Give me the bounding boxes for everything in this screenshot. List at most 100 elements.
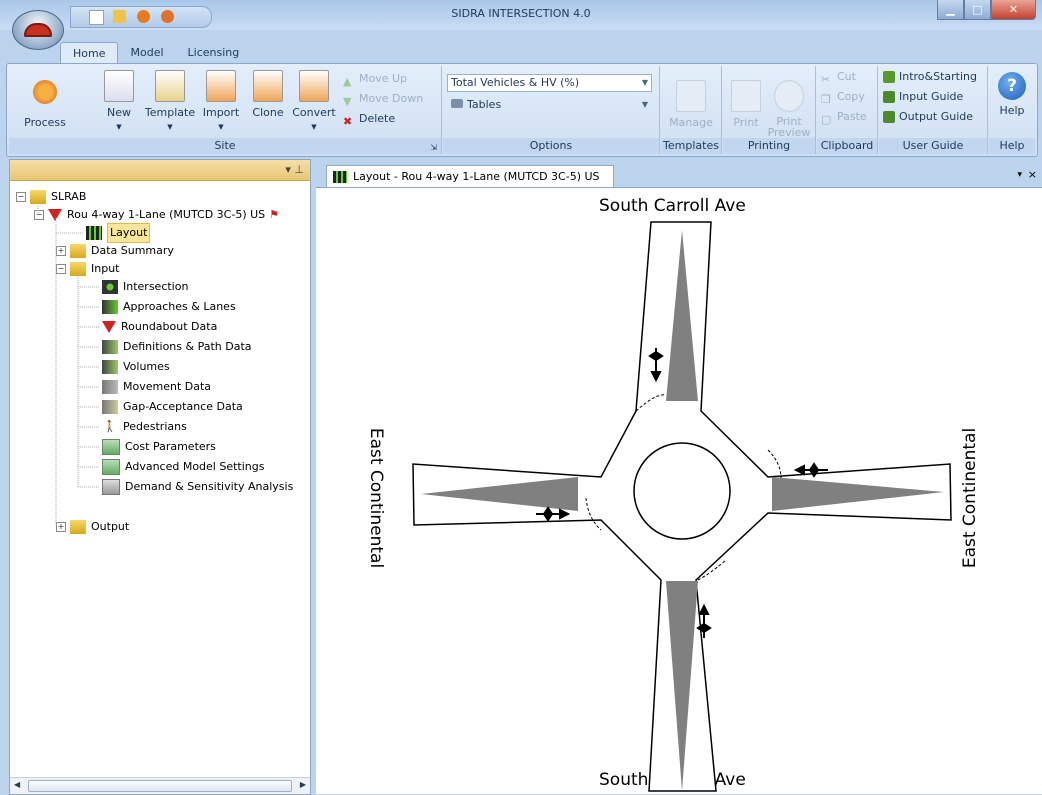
paths-icon (102, 340, 118, 354)
tree-data-summary[interactable]: Data Summary (70, 242, 174, 260)
open-folder-icon[interactable] (113, 10, 126, 23)
horizontal-scrollbar[interactable]: ◀ ▶ (10, 777, 310, 794)
manage-button[interactable]: Manage (665, 70, 717, 129)
delete-x-icon: ✖ (343, 115, 353, 128)
import-icon (206, 70, 236, 102)
tree-input-item[interactable]: 🚶 Pedestrians (102, 418, 187, 436)
vehicles-select[interactable]: Total Vehicles & HV (%) ▼ (447, 74, 652, 92)
sensitivity-icon (102, 479, 120, 495)
tree-input-item[interactable]: Demand & Sensitivity Analysis (102, 478, 293, 496)
tree-input-item[interactable]: Gap-Acceptance Data (102, 398, 243, 416)
roundabout-yield-icon (102, 321, 116, 333)
clone-button[interactable]: Clone (249, 70, 287, 119)
intersection-icon (102, 280, 118, 294)
expander-input[interactable]: − (56, 264, 66, 274)
tables-select[interactable]: Tables ▼ (447, 96, 652, 114)
title-bar: SIDRA INTERSECTION 4.0 ▁ □ ✕ (0, 0, 1042, 30)
tree-root[interactable]: SLRAB (30, 188, 86, 206)
tree-input-item[interactable]: Intersection (102, 278, 188, 296)
tree-output[interactable]: Output (70, 518, 129, 536)
cost-parameters-icon (102, 439, 120, 455)
tab-licensing[interactable]: Licensing (176, 42, 252, 64)
ribbon-tabs: Home Model Licensing (60, 42, 252, 65)
process-button[interactable]: Process (17, 70, 73, 129)
scroll-right-icon[interactable]: ▶ (300, 780, 306, 789)
import-button[interactable]: Import ▼ (199, 70, 243, 132)
print-button[interactable]: Print (727, 70, 765, 129)
copy-button[interactable]: ❐ Copy (821, 88, 865, 106)
output-book-icon (883, 111, 895, 123)
process-gears-icon[interactable] (161, 10, 174, 23)
close-button[interactable]: ✕ (991, 0, 1036, 20)
application-menu-button[interactable] (12, 10, 64, 50)
new-button[interactable]: New ▼ (99, 70, 139, 132)
tables-icon (451, 99, 463, 108)
tree-site[interactable]: Rou 4-way 1-Lane (MUTCD 3C-5) US ⚑ (48, 206, 279, 224)
tree-layout[interactable]: Layout (86, 223, 151, 243)
folder-icon (70, 520, 86, 534)
pin-icon[interactable]: ▾ ⊥ (285, 163, 304, 176)
tree-input-item[interactable]: Movement Data (102, 378, 211, 396)
options-group-label: Options (443, 138, 659, 154)
tree-input-item[interactable]: Cost Parameters (102, 438, 216, 456)
arrow-up-icon: ▲ (343, 75, 352, 88)
help-button[interactable]: ? Help (993, 70, 1031, 117)
help-question-icon: ? (998, 72, 1026, 100)
book-icon (883, 71, 895, 83)
app-logo-icon (24, 23, 52, 37)
tree-input[interactable]: Input (70, 260, 119, 278)
tree-input-item[interactable]: Approaches & Lanes (102, 298, 236, 316)
expander-data-summary[interactable]: + (56, 246, 66, 256)
settings-gear-icon[interactable] (137, 10, 150, 23)
panel-header: ▾ ⊥ (10, 160, 310, 181)
layout-document-tab[interactable]: Layout - Rou 4-way 1-Lane (MUTCD 3C-5) U… (326, 165, 614, 188)
scroll-left-icon[interactable]: ◀ (14, 780, 20, 789)
tree-input-item[interactable]: Volumes (102, 358, 170, 376)
printer-icon (731, 80, 761, 112)
delete-button[interactable]: ✖ Delete (343, 110, 395, 128)
model-settings-icon (102, 459, 120, 475)
intro-starting-button[interactable]: Intro&Starting (883, 68, 977, 86)
help-group: ? Help Help (989, 66, 1035, 154)
tree-input-item[interactable]: Advanced Model Settings (102, 458, 264, 476)
print-preview-button[interactable]: Print Preview (767, 70, 811, 138)
expander-root[interactable]: − (16, 192, 26, 202)
tab-menu-icon[interactable]: ▾ (1017, 170, 1022, 180)
template-button[interactable]: Template ▼ (143, 70, 197, 132)
convert-icon (299, 70, 329, 102)
minimize-button[interactable]: ▁ (937, 0, 964, 20)
paste-button[interactable]: ▢ Paste (821, 108, 867, 126)
input-guide-button[interactable]: Input Guide (883, 88, 963, 106)
cut-button[interactable]: ✂ Cut (821, 68, 856, 86)
templates-group: Manage Templates (661, 66, 722, 154)
scissors-icon: ✂ (821, 73, 831, 86)
arrow-down-icon: ▼ (343, 95, 352, 108)
new-file-icon[interactable] (89, 10, 104, 25)
templates-group-label: Templates (661, 138, 721, 154)
window-controls: ▁ □ ✕ (937, 0, 1036, 20)
scrollbar-thumb[interactable] (28, 780, 292, 792)
central-island (633, 442, 731, 540)
document-area: Layout - Rou 4-way 1-Lane (MUTCD 3C-5) U… (316, 159, 1042, 794)
tree-input-item[interactable]: Roundabout Data (102, 318, 217, 336)
expander-site[interactable]: − (34, 210, 44, 220)
input-book-icon (883, 91, 895, 103)
tab-model[interactable]: Model (118, 42, 175, 64)
user-guide-group: Intro&Starting Input Guide Output Guide … (879, 66, 988, 154)
expander-output[interactable]: + (56, 522, 66, 532)
output-guide-button[interactable]: Output Guide (883, 108, 973, 126)
dialog-launcher-icon[interactable]: ⇲ (430, 143, 437, 152)
move-down-button[interactable]: ▼ Move Down (343, 90, 423, 108)
maximize-button[interactable]: □ (964, 0, 991, 20)
tab-home[interactable]: Home (60, 42, 119, 65)
move-up-button[interactable]: ▲ Move Up (343, 70, 407, 88)
clipboard-group: ✂ Cut ❐ Copy ▢ Paste Clipboard (817, 66, 878, 154)
folder-icon (70, 262, 86, 276)
tree-input-item[interactable]: Definitions & Path Data (102, 338, 252, 356)
clone-icon (253, 70, 283, 102)
close-tab-icon[interactable]: × (1028, 168, 1037, 181)
new-site-icon (104, 70, 134, 102)
paste-icon: ▢ (821, 113, 832, 126)
convert-button[interactable]: Convert ▼ (289, 70, 339, 132)
roundabout-yield-icon (48, 209, 62, 221)
